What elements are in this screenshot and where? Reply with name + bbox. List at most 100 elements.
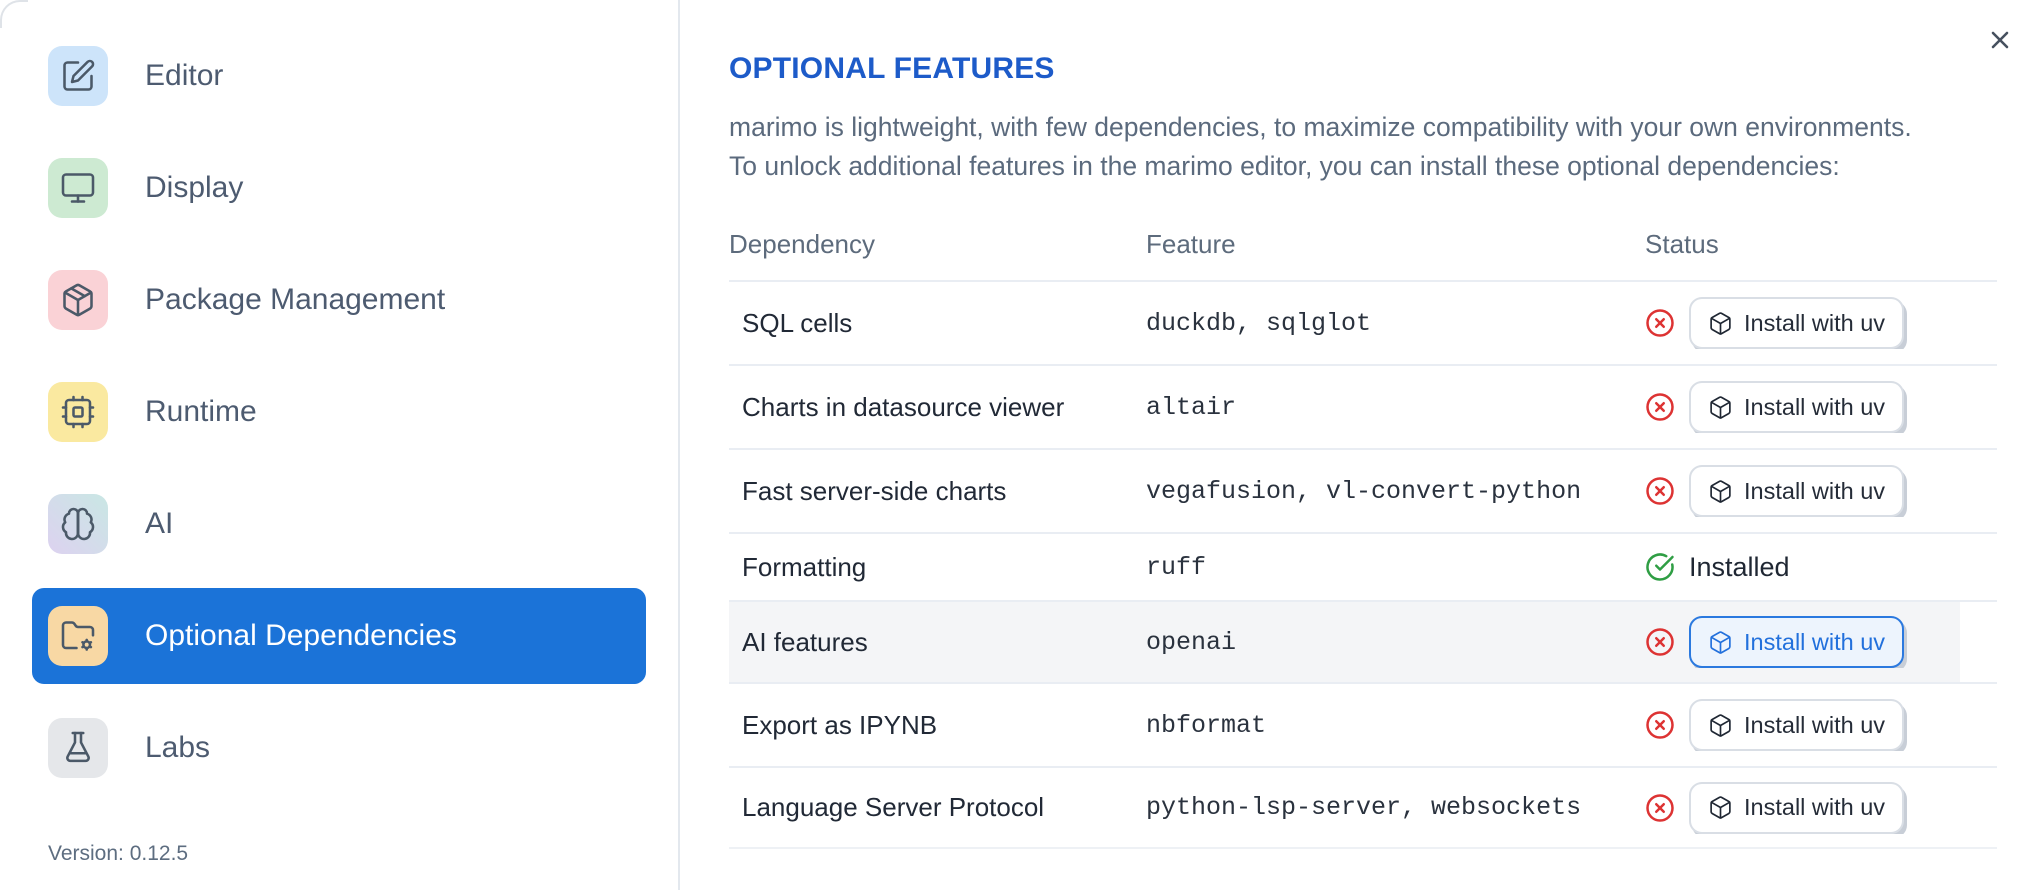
close-icon (1991, 31, 2009, 49)
feature-cell: duckdb, sqlglot (1146, 308, 1372, 338)
column-header-feature: Feature (1146, 228, 1236, 259)
status-cell: Installed (1645, 552, 1997, 583)
flask-icon (48, 718, 108, 778)
sidebar-item-label: Optional Dependencies (145, 619, 457, 652)
display-icon (48, 158, 108, 218)
editor-icon (63, 59, 95, 91)
sidebar-item-runtime[interactable]: Runtime (32, 364, 646, 460)
sidebar-item-label: AI (145, 507, 174, 540)
install-button-label: Install with uv (1744, 794, 1886, 820)
dependency-cell: Language Server Protocol (742, 792, 1045, 822)
install-button-label: Install with uv (1744, 628, 1886, 655)
install-with-uv-button[interactable]: Install with uv (1689, 297, 1905, 349)
dependency-cell: Charts in datasource viewer (742, 391, 1065, 422)
sidebar-item-label: Package Management (145, 283, 446, 316)
column-header-dependency: Dependency (729, 228, 875, 259)
sidebar-item-labs[interactable]: Labs (32, 700, 646, 796)
intro-line-1: marimo is lightweight, with few dependen… (729, 112, 1912, 142)
dependency-cell: AI features (742, 626, 868, 657)
sidebar-item-label: Runtime (145, 395, 257, 428)
brain-icon (48, 494, 108, 554)
sidebar-item-display[interactable]: Display (32, 140, 646, 236)
feature-cell: nbformat (1146, 710, 1267, 740)
editor-icon (48, 46, 108, 106)
table-row: Charts in datasource viewer altair Insta… (729, 366, 1997, 450)
status-cell: Install with uv (1645, 381, 1997, 433)
circle-x-icon (1646, 309, 1674, 337)
not-installed-icon (1645, 476, 1675, 506)
flask-icon (66, 731, 90, 763)
page-title: OPTIONAL FEATURES (729, 52, 1055, 85)
package-icon (48, 270, 108, 330)
status-cell: Install with uv (1645, 616, 1997, 668)
install-button-label: Install with uv (1744, 309, 1886, 336)
brain-icon (61, 507, 95, 541)
feature-cell: python-lsp-server, websockets (1146, 793, 1582, 822)
not-installed-icon (1645, 392, 1675, 422)
install-with-uv-button[interactable]: Install with uv (1689, 381, 1905, 433)
package-cube-icon (1710, 479, 1731, 503)
table-header: Dependency Feature Status (729, 208, 1997, 282)
sidebar-item-editor[interactable]: Editor (32, 28, 646, 124)
dependency-cell: Export as IPYNB (742, 709, 938, 740)
dependency-cell: SQL cells (742, 307, 853, 338)
feature-cell: ruff (1146, 552, 1207, 582)
version-label: Version: 0.12.5 (48, 842, 189, 865)
optional-features-panel: OPTIONAL FEATURES marimo is lightweight,… (680, 0, 2042, 890)
install-button-label: Install with uv (1744, 477, 1886, 504)
circle-x-icon (1646, 793, 1674, 822)
sidebar-item-optional-dependencies[interactable]: Optional Dependencies (32, 588, 646, 684)
sidebar-item-label: Editor (145, 59, 224, 92)
feature-cell: altair (1146, 392, 1237, 422)
package-cube-icon (1710, 395, 1731, 419)
sidebar-item-ai[interactable]: AI (32, 476, 646, 572)
sidebar-item-label: Display (145, 171, 244, 204)
not-installed-icon (1645, 627, 1675, 657)
status-cell: Install with uv (1645, 297, 1997, 349)
intro-line-2: To unlock additional features in the mar… (729, 151, 1840, 181)
not-installed-icon (1645, 308, 1675, 338)
package-cube-icon (1710, 796, 1731, 819)
package-cube-icon (1710, 311, 1731, 335)
install-button-label: Install with uv (1744, 393, 1886, 420)
circle-x-icon (1646, 477, 1674, 505)
sidebar-item-label: Labs (145, 731, 211, 764)
table-row: SQL cells duckdb, sqlglot Install with u… (729, 282, 1997, 366)
table-row: AI features openai Install with uv (729, 602, 1997, 684)
folder-gear-icon (61, 621, 95, 651)
install-button-label: Install with uv (1744, 711, 1886, 738)
circle-x-icon (1646, 711, 1674, 739)
circle-x-icon (1646, 628, 1674, 656)
sidebar-item-package-management[interactable]: Package Management (32, 252, 646, 348)
table-row: Export as IPYNB nbformat Install with uv (729, 684, 1997, 768)
install-with-uv-button[interactable]: Install with uv (1689, 699, 1905, 751)
install-with-uv-button[interactable]: Install with uv (1689, 781, 1905, 834)
feature-cell: openai (1146, 627, 1237, 657)
table-row: Fast server-side charts vegafusion, vl-c… (729, 450, 1997, 534)
install-with-uv-button[interactable]: Install with uv (1689, 465, 1905, 517)
close-button[interactable] (1978, 18, 2022, 62)
install-with-uv-button[interactable]: Install with uv (1689, 616, 1905, 668)
installed-status-label: Installed (1689, 551, 1790, 582)
intro-text: marimo is lightweight, with few dependen… (729, 108, 2009, 186)
column-header-status: Status (1645, 228, 1719, 259)
settings-dialog: Editor Display Package Management Runtim… (0, 0, 2042, 890)
table-row: Language Server Protocol python-lsp-serv… (729, 768, 1997, 849)
not-installed-icon (1645, 710, 1675, 740)
installed-check-icon (1645, 552, 1675, 582)
cpu-icon (48, 382, 108, 442)
display-icon (61, 173, 95, 203)
feature-cell: vegafusion, vl-convert-python (1146, 476, 1582, 506)
package-cube-icon (1710, 630, 1731, 654)
status-cell: Install with uv (1645, 781, 1997, 834)
package-icon (63, 283, 93, 317)
circle-x-icon (1646, 393, 1674, 421)
status-cell: Install with uv (1645, 699, 1997, 751)
dependency-cell: Formatting (742, 551, 867, 582)
dependency-cell: Fast server-side charts (742, 475, 1007, 506)
not-installed-icon (1645, 793, 1675, 823)
status-cell: Install with uv (1645, 465, 1997, 517)
folder-gear-icon (48, 606, 108, 666)
table-row: Formatting ruff Installed (729, 534, 1997, 602)
settings-sidebar: Editor Display Package Management Runtim… (0, 0, 680, 890)
